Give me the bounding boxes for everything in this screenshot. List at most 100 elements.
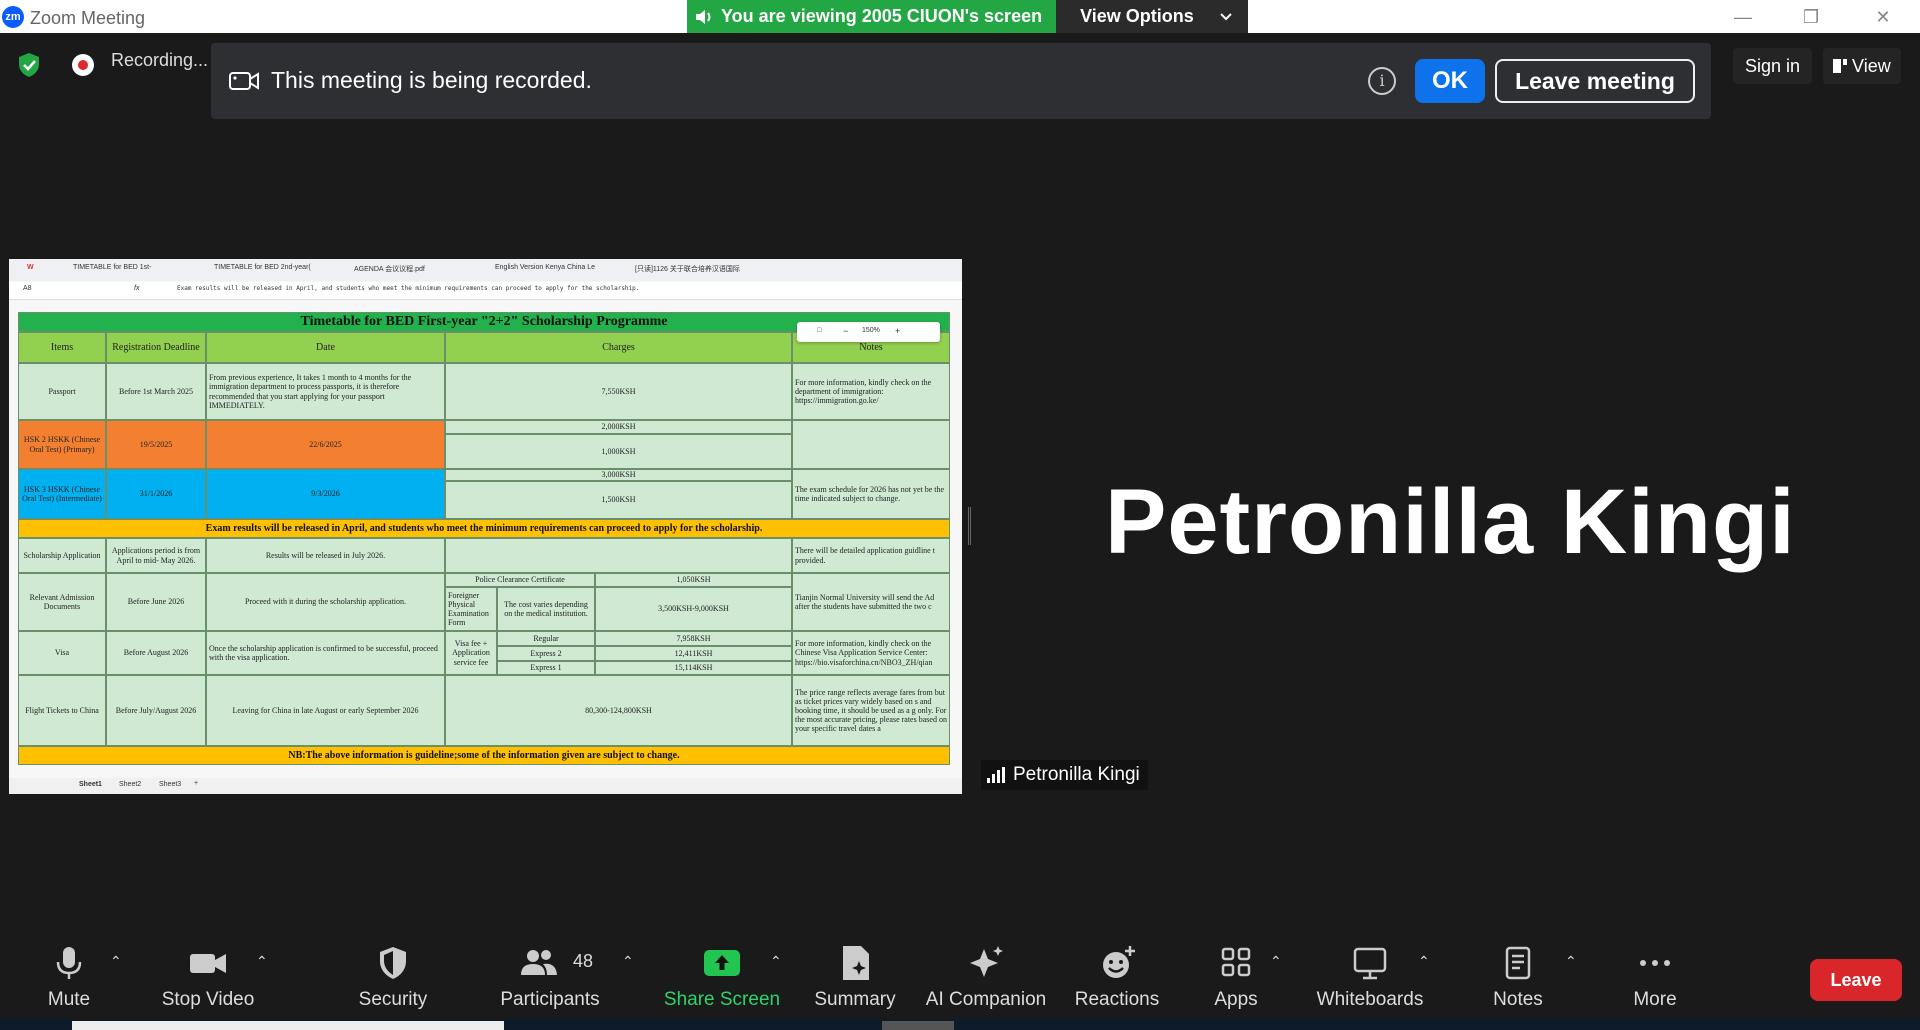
tab-readonly-doc[interactable]: [只读]1126 关于联合培养汉语国际 <box>635 264 740 274</box>
scholarship-note: There will be detailed application guidl… <box>792 538 950 573</box>
sheet-tab-2[interactable]: Sheet2 <box>119 781 141 788</box>
zoom-level: 150% <box>862 327 880 334</box>
zoom-control[interactable]: □ − 150% + <box>797 322 940 342</box>
browser-tab-bar: W TIMETABLE for BED 1st- TIMETABLE for B… <box>9 259 962 281</box>
table-row: HSK 3 HSKK (Chinese Oral Test) (Intermed… <box>18 469 950 519</box>
hsk2-note <box>792 420 950 469</box>
passport-note: For more information, kindly check on th… <box>792 363 950 420</box>
cell-reference: A8 <box>23 285 32 292</box>
hsk2-charge-2: 1,000KSH <box>445 434 792 469</box>
audio-options-chevron-icon[interactable]: ⌃ <box>110 953 128 969</box>
recording-status[interactable]: Recording... <box>111 50 208 71</box>
video-options-chevron-icon[interactable]: ⌃ <box>256 953 274 969</box>
more-button[interactable]: More <box>1620 935 1690 1015</box>
visa-option-express-2: Express 2 <box>497 646 595 661</box>
notes-options-chevron-icon[interactable]: ⌃ <box>1565 953 1583 969</box>
microphone-icon <box>56 947 82 979</box>
hsk3-charge-1: 3,000KSH <box>445 469 792 481</box>
view-options-label: View Options <box>1080 6 1194 26</box>
more-label: More <box>1633 989 1677 1010</box>
admission-police-fee: 1,050KSH <box>595 573 792 587</box>
tab-timetable-2[interactable]: TIMETABLE for BED 2nd-year( <box>214 264 311 271</box>
visa-fee-express-2: 12,411KSH <box>595 646 792 661</box>
view-options-button[interactable]: View Options <box>1056 0 1248 33</box>
guideline-footer: NB:The above information is guideline;so… <box>18 746 950 765</box>
reactions-button[interactable]: Reactions <box>1070 935 1164 1015</box>
sheet-tab-bar: Sheet1 Sheet2 Sheet3 + <box>9 778 962 794</box>
admission-foreign: Foreigner Physical Examination Form <box>445 587 497 631</box>
encryption-shield-icon[interactable] <box>18 52 40 78</box>
zoom-out-icon[interactable]: − <box>843 326 848 336</box>
scholarship-date: Results will be released in July 2026. <box>206 538 445 573</box>
apps-options-chevron-icon[interactable]: ⌃ <box>1270 953 1288 969</box>
participants-options-chevron-icon[interactable]: ⌃ <box>622 953 640 969</box>
ok-button[interactable]: OK <box>1415 59 1485 103</box>
hsk3-note: The exam schedule for 2026 has not yet b… <box>792 469 950 519</box>
whiteboards-button[interactable]: Whiteboards <box>1310 935 1430 1015</box>
view-button[interactable]: View <box>1823 48 1901 84</box>
ai-companion-button[interactable]: AI Companion <box>922 935 1050 1015</box>
hsk3-date: 9/3/2026 <box>206 469 445 519</box>
viewing-screen-indicator: You are viewing 2005 CIUON's screen <box>687 0 1057 33</box>
split-view-divider[interactable] <box>968 507 971 545</box>
minimize-icon[interactable]: — <box>1720 4 1766 30</box>
zoom-in-icon[interactable]: + <box>895 326 900 336</box>
visa-option-express-1: Express 1 <box>497 661 595 675</box>
tab-english-version[interactable]: English Version Kenya China Le <box>495 264 595 271</box>
apps-button[interactable]: Apps <box>1200 935 1272 1015</box>
security-button[interactable]: Security <box>348 935 438 1015</box>
recording-notice: This meeting is being recorded. i OK Lea… <box>211 43 1711 119</box>
leave-button[interactable]: Leave <box>1810 959 1902 1001</box>
scholarship-item: Scholarship Application <box>18 538 106 573</box>
header-date: Date <box>206 332 445 363</box>
view-layout-icon <box>1833 59 1847 73</box>
stop-video-button[interactable]: Stop Video <box>152 935 264 1015</box>
admission-police: Police Clearance Certificate <box>445 573 595 587</box>
visa-option-regular: Regular <box>497 631 595 646</box>
notes-button[interactable]: Notes <box>1478 935 1558 1015</box>
scholarship-charge <box>445 538 792 573</box>
fit-icon[interactable]: □ <box>817 327 821 334</box>
participants-label: Participants <box>500 989 600 1010</box>
recording-notice-message: This meeting is being recorded. <box>271 67 592 93</box>
ai-companion-sparkle-icon <box>970 946 1003 977</box>
taskbar-item[interactable] <box>72 1021 504 1030</box>
participants-button[interactable]: 48 Participants <box>495 935 605 1015</box>
passport-deadline: Before 1st March 2025 <box>106 363 206 420</box>
shared-screen[interactable]: W TIMETABLE for BED 1st- TIMETABLE for B… <box>9 259 962 794</box>
notes-icon <box>1505 946 1531 980</box>
fx-icon: fx <box>134 285 140 292</box>
share-options-chevron-icon[interactable]: ⌃ <box>770 953 788 969</box>
notes-label: Notes <box>1493 989 1543 1010</box>
whiteboards-options-chevron-icon[interactable]: ⌃ <box>1418 953 1436 969</box>
summary-button[interactable]: Summary <box>805 935 905 1015</box>
info-icon[interactable]: i <box>1368 67 1396 95</box>
reactions-label: Reactions <box>1074 989 1160 1010</box>
summary-label: Summary <box>814 989 896 1010</box>
mute-label: Mute <box>47 989 91 1010</box>
mute-button[interactable]: Mute <box>30 935 108 1015</box>
taskbar-strip <box>0 1019 1920 1030</box>
tab-timetable-1[interactable]: TIMETABLE for BED 1st- <box>73 264 151 271</box>
restore-icon[interactable]: ❐ <box>1788 4 1834 30</box>
participant-name-tag: Petronilla Kingi <box>981 760 1148 790</box>
share-screen-button[interactable]: Share Screen <box>663 935 781 1015</box>
table-row: Visa Before August 2026 Once the scholar… <box>18 631 950 675</box>
sign-in-button[interactable]: Sign in <box>1733 48 1813 84</box>
view-label: View <box>1852 56 1891 76</box>
tab-agenda[interactable]: AGENDA 会议议程.pdf <box>354 264 425 274</box>
sheet-tab-1[interactable]: Sheet1 <box>79 781 102 788</box>
ai-companion-label: AI Companion <box>925 989 1047 1010</box>
speaker-icon <box>696 9 711 24</box>
sheet-tab-3[interactable]: Sheet3 <box>159 781 181 788</box>
add-sheet-icon[interactable]: + <box>194 780 198 787</box>
passport-charge: 7,550KSH <box>445 363 792 420</box>
flight-date: Leaving for China in late August or earl… <box>206 675 445 746</box>
leave-meeting-button[interactable]: Leave meeting <box>1495 59 1695 103</box>
header-deadline: Registration Deadline <box>106 332 206 363</box>
passport-date: From previous experience, It takes 1 mon… <box>206 363 445 420</box>
close-icon[interactable]: ✕ <box>1860 4 1906 30</box>
apps-label: Apps <box>1214 989 1258 1010</box>
taskbar-item[interactable] <box>882 1021 954 1030</box>
security-label: Security <box>358 989 428 1010</box>
